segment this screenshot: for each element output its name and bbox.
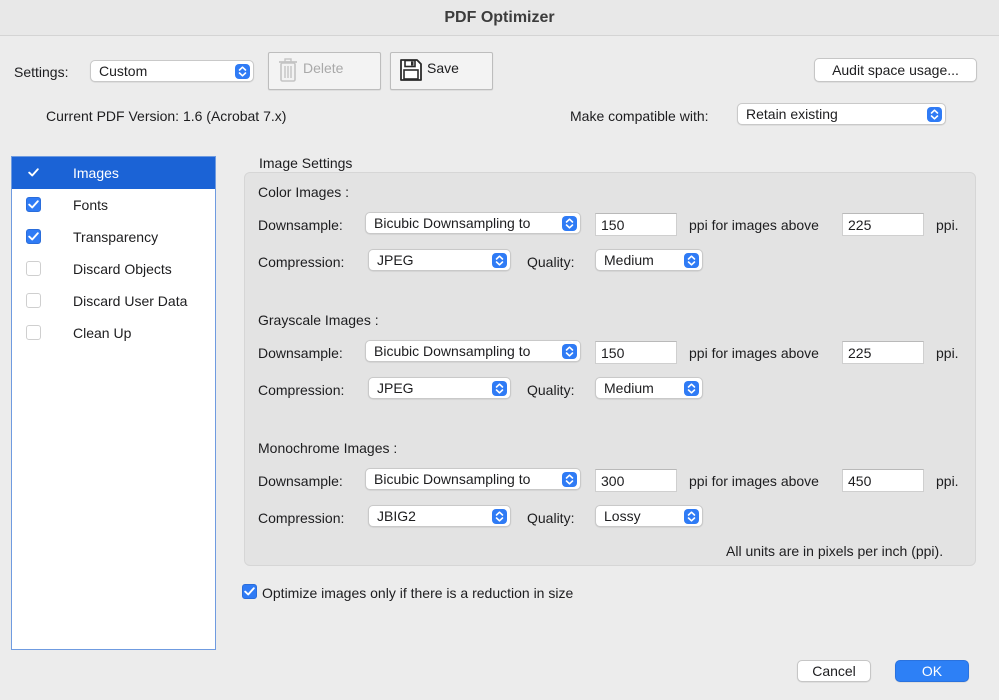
monochrome-ppi-unit-label: ppi.: [936, 473, 959, 489]
color-quality-popup[interactable]: Medium: [595, 249, 703, 271]
color-quality-value: Medium: [604, 252, 654, 268]
grayscale-downsample-value: Bicubic Downsampling to: [374, 343, 531, 359]
save-button-label: Save: [427, 60, 459, 76]
color-images-heading: Color Images :: [258, 184, 350, 200]
sidebar-item-label: Transparency: [73, 229, 159, 245]
checkmark-icon: [28, 168, 39, 177]
chevron-updown-icon: [492, 380, 507, 396]
grayscale-images-heading: Grayscale Images :: [258, 312, 379, 328]
delete-button[interactable]: Delete: [268, 52, 381, 90]
window-title: PDF Optimizer: [444, 8, 555, 26]
discard-objects-checkbox[interactable]: [26, 261, 41, 276]
monochrome-images-heading: Monochrome Images :: [258, 440, 398, 456]
grayscale-compression-popup[interactable]: JPEG: [368, 377, 511, 399]
save-button[interactable]: Save: [390, 52, 493, 90]
checkmark-icon: [28, 232, 39, 241]
monochrome-compression-label: Compression:: [258, 510, 345, 526]
color-compression-popup[interactable]: JPEG: [368, 249, 511, 271]
chevron-updown-icon: [684, 252, 699, 268]
color-ppi-above-label: ppi for images above: [689, 217, 819, 233]
delete-button-label: Delete: [303, 60, 344, 76]
audit-space-usage-button[interactable]: Audit space usage...: [814, 58, 977, 82]
color-compression-value: JPEG: [377, 252, 414, 268]
monochrome-downsample-value: Bicubic Downsampling to: [374, 471, 531, 487]
chevron-updown-icon: [492, 252, 507, 268]
checkmark-icon: [244, 587, 255, 596]
optimize-only-label: Optimize images only if there is a reduc…: [262, 585, 574, 601]
monochrome-compression-value: JBIG2: [377, 508, 416, 524]
settings-label: Settings:: [14, 64, 69, 80]
color-ppi-field[interactable]: 150: [595, 213, 677, 236]
grayscale-ppi-field[interactable]: 150: [595, 341, 677, 364]
sidebar-item-discard-objects[interactable]: Discard Objects: [12, 253, 215, 285]
chevron-updown-icon: [235, 63, 250, 79]
settings-popup-value: Custom: [99, 63, 148, 79]
monochrome-above-field[interactable]: 450: [842, 469, 924, 492]
transparency-checkbox[interactable]: [26, 229, 41, 244]
monochrome-quality-label: Quality:: [527, 510, 575, 526]
monochrome-downsample-popup[interactable]: Bicubic Downsampling to: [365, 468, 581, 490]
monochrome-compression-popup[interactable]: JBIG2: [368, 505, 511, 527]
settings-popup[interactable]: Custom: [90, 60, 254, 82]
chevron-updown-icon: [684, 380, 699, 396]
clean-up-checkbox[interactable]: [26, 325, 41, 340]
grayscale-downsample-popup[interactable]: Bicubic Downsampling to: [365, 340, 581, 362]
sidebar-item-fonts[interactable]: Fonts: [12, 189, 215, 221]
grayscale-ppi-unit-label: ppi.: [936, 345, 959, 361]
chevron-updown-icon: [562, 215, 577, 231]
monochrome-quality-value: Lossy: [604, 508, 641, 524]
current-pdf-version: Current PDF Version: 1.6 (Acrobat 7.x): [46, 108, 287, 124]
make-compatible-label: Make compatible with:: [570, 108, 709, 124]
chevron-updown-icon: [562, 343, 577, 359]
cancel-button[interactable]: Cancel: [797, 660, 871, 682]
floppy-disk-icon: [399, 58, 423, 85]
sidebar-item-clean-up[interactable]: Clean Up: [12, 317, 215, 349]
sidebar-item-label: Fonts: [73, 197, 109, 213]
chevron-updown-icon: [562, 471, 577, 487]
ok-button[interactable]: OK: [895, 660, 969, 682]
sidebar-item-label: Discard User Data: [73, 293, 188, 309]
fonts-checkbox[interactable]: [26, 197, 41, 212]
units-note: All units are in pixels per inch (ppi).: [726, 543, 944, 559]
color-above-field[interactable]: 225: [842, 213, 924, 236]
images-checkbox[interactable]: [26, 165, 41, 180]
compatibility-popup[interactable]: Retain existing: [737, 103, 946, 125]
checkmark-icon: [28, 200, 39, 209]
monochrome-ppi-above-label: ppi for images above: [689, 473, 819, 489]
optimizer-category-list: Images Fonts Transparency Discard Object…: [11, 156, 216, 650]
sidebar-item-images[interactable]: Images: [12, 157, 215, 189]
monochrome-downsample-label: Downsample:: [258, 473, 343, 489]
trash-icon: [277, 57, 299, 86]
sidebar-item-transparency[interactable]: Transparency: [12, 221, 215, 253]
grayscale-compression-label: Compression:: [258, 382, 345, 398]
grayscale-above-field[interactable]: 225: [842, 341, 924, 364]
color-downsample-value: Bicubic Downsampling to: [374, 215, 531, 231]
chevron-updown-icon: [927, 106, 942, 122]
sidebar-item-label: Clean Up: [73, 325, 132, 341]
grayscale-quality-value: Medium: [604, 380, 654, 396]
title-bar: PDF Optimizer: [0, 0, 999, 36]
grayscale-compression-value: JPEG: [377, 380, 414, 396]
discard-user-data-checkbox[interactable]: [26, 293, 41, 308]
grayscale-ppi-above-label: ppi for images above: [689, 345, 819, 361]
chevron-updown-icon: [492, 508, 507, 524]
color-compression-label: Compression:: [258, 254, 345, 270]
color-quality-label: Quality:: [527, 254, 575, 270]
sidebar-item-discard-user-data[interactable]: Discard User Data: [12, 285, 215, 317]
image-settings-heading: Image Settings: [259, 155, 353, 171]
monochrome-quality-popup[interactable]: Lossy: [595, 505, 703, 527]
optimize-only-checkbox[interactable]: [242, 584, 257, 599]
color-downsample-popup[interactable]: Bicubic Downsampling to: [365, 212, 581, 234]
monochrome-ppi-field[interactable]: 300: [595, 469, 677, 492]
compatibility-popup-value: Retain existing: [746, 106, 838, 122]
color-ppi-unit-label: ppi.: [936, 217, 959, 233]
sidebar-item-label: Images: [73, 165, 119, 181]
color-downsample-label: Downsample:: [258, 217, 343, 233]
chevron-updown-icon: [684, 508, 699, 524]
grayscale-downsample-label: Downsample:: [258, 345, 343, 361]
grayscale-quality-label: Quality:: [527, 382, 575, 398]
grayscale-quality-popup[interactable]: Medium: [595, 377, 703, 399]
sidebar-item-label: Discard Objects: [73, 261, 172, 277]
